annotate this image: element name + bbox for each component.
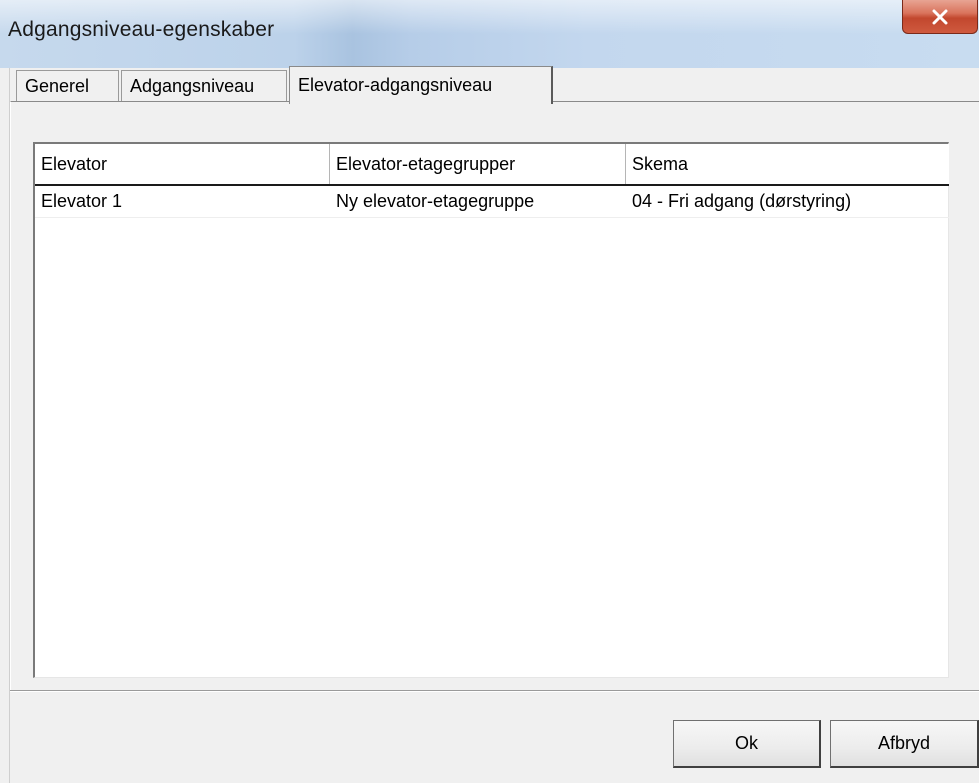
- table-row[interactable]: Elevator 1 Ny elevator-etagegruppe 04 - …: [35, 186, 949, 218]
- bottom-divider: [10, 690, 979, 692]
- title-bar[interactable]: Adgangsniveau-egenskaber: [0, 0, 979, 68]
- tab-strip: Generel Adgangsniveau Elevator-adgangsni…: [8, 66, 979, 104]
- cell-elevator: Elevator 1: [41, 191, 123, 211]
- ok-button[interactable]: Ok: [673, 720, 821, 768]
- tab-elevator-adgangsniveau[interactable]: Elevator-adgangsniveau: [289, 66, 553, 104]
- close-button[interactable]: [902, 0, 978, 34]
- column-header-skema[interactable]: Skema: [626, 144, 949, 184]
- elevator-list[interactable]: Elevator Elevator-etagegrupper Skema Ele…: [33, 142, 949, 678]
- window-left-border: [0, 68, 10, 783]
- cancel-button[interactable]: Afbryd: [830, 720, 979, 768]
- window-title: Adgangsniveau-egenskaber: [8, 18, 275, 41]
- column-header-elevator-etagegrupper[interactable]: Elevator-etagegrupper: [330, 144, 626, 184]
- cell-elevator-etagegruppe: Ny elevator-etagegruppe: [336, 191, 535, 211]
- tab-generel[interactable]: Generel: [16, 70, 119, 102]
- list-header: Elevator Elevator-etagegrupper Skema: [35, 144, 949, 186]
- column-header-elevator[interactable]: Elevator: [35, 144, 330, 184]
- cell-skema: 04 - Fri adgang (dørstyring): [632, 191, 852, 211]
- close-icon: [931, 9, 949, 25]
- tab-adgangsniveau[interactable]: Adgangsniveau: [121, 70, 287, 102]
- dialog-window: Adgangsniveau-egenskaber Generel Adgangs…: [0, 0, 979, 783]
